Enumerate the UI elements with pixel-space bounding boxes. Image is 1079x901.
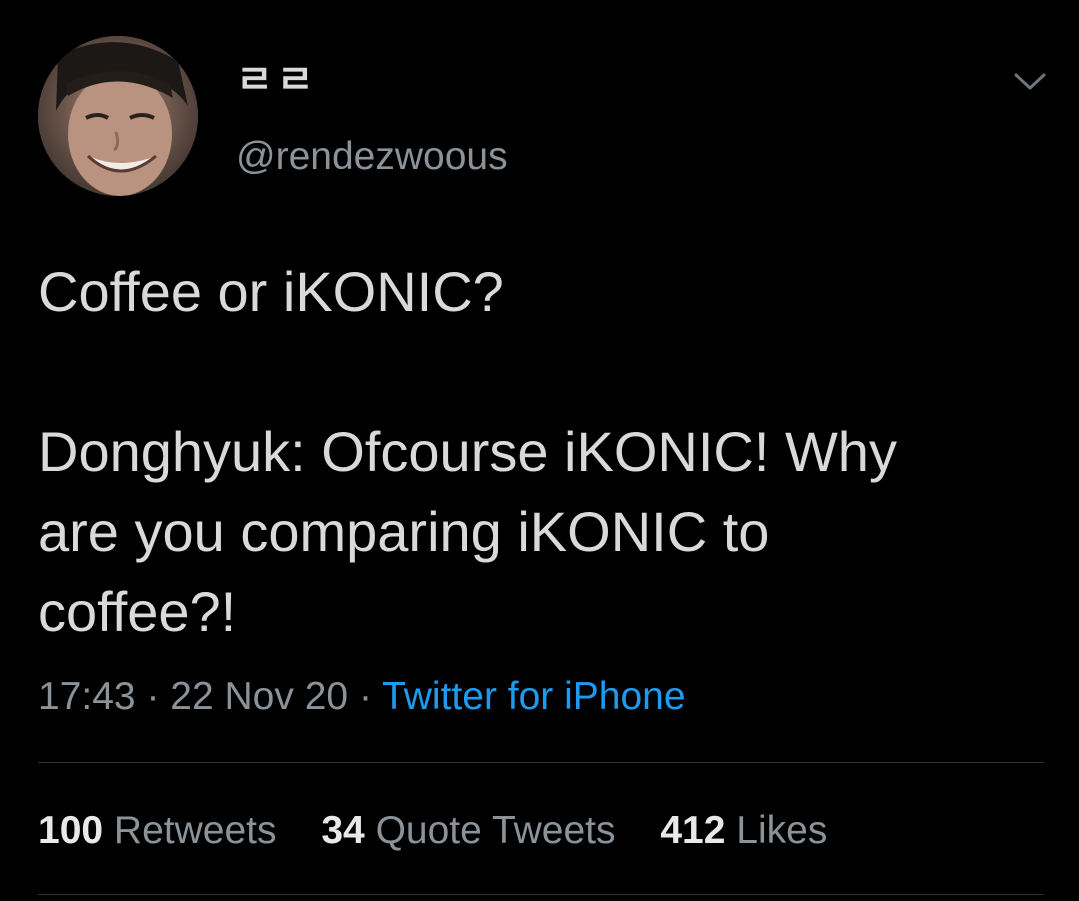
retweets-count: 100 — [38, 809, 104, 852]
tweet-text-line: coffee?! — [38, 580, 237, 643]
tweet-text-line: are you comparing iKONIC to — [38, 500, 770, 563]
chevron-down-icon — [1014, 73, 1046, 90]
tweet-stats: 100 Retweets 34 Quote Tweets 412 Likes — [38, 808, 861, 854]
tweet-text-line: Donghyuk: Ofcourse iKONIC! Why — [38, 420, 897, 483]
divider — [38, 894, 1044, 895]
retweets-stat[interactable]: 100 Retweets — [38, 809, 277, 852]
tweet-text: Coffee or iKONIC? Donghyuk: Ofcourse iKO… — [38, 252, 1048, 652]
tweet-meta: 17:43 · 22 Nov 20 · Twitter for iPhone — [38, 674, 686, 720]
author-display-name[interactable]: ㄹㄹ — [236, 58, 318, 102]
quote-tweets-label: Quote Tweets — [375, 809, 616, 852]
tweet-source-link[interactable]: Twitter for iPhone — [382, 675, 685, 718]
quote-tweets-stat[interactable]: 34 Quote Tweets — [321, 809, 615, 852]
avatar[interactable] — [38, 36, 198, 196]
tweet-text-line: Coffee or iKONIC? — [38, 260, 504, 323]
retweets-label: Retweets — [113, 809, 277, 852]
tweet-date[interactable]: 22 Nov 20 — [170, 675, 348, 718]
likes-count: 412 — [660, 809, 726, 852]
quote-tweets-count: 34 — [321, 809, 365, 852]
tweet-time[interactable]: 17:43 — [38, 675, 136, 718]
divider — [38, 762, 1044, 763]
likes-stat[interactable]: 412 Likes — [660, 809, 827, 852]
avatar-photo — [38, 36, 198, 196]
meta-separator: · — [358, 675, 372, 718]
likes-label: Likes — [736, 809, 828, 852]
more-menu-button[interactable] — [1005, 62, 1055, 102]
meta-separator: · — [146, 675, 160, 718]
author-handle[interactable]: @rendezwoous — [236, 134, 508, 180]
